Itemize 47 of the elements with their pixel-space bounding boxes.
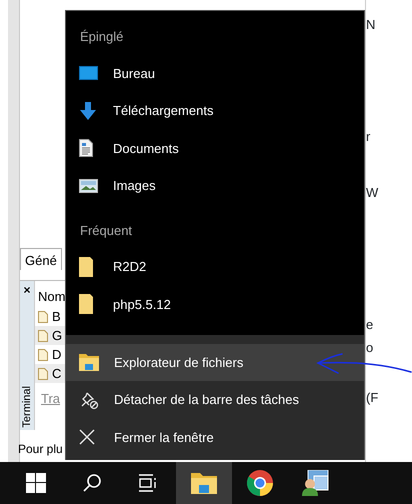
search-icon (82, 473, 102, 493)
close-icon (79, 429, 95, 446)
tab[interactable]: Géné (20, 248, 62, 270)
text-fragment: o (366, 341, 374, 355)
start-icon (26, 473, 46, 493)
text-fragment: N (366, 18, 376, 32)
image-icon (79, 178, 98, 193)
text-fragment: r (366, 130, 372, 144)
table-cell-text: G (52, 326, 62, 345)
section-heading: Épinglé (79, 28, 124, 46)
folder-icon (79, 294, 93, 314)
menu-item[interactable]: Documents (66, 130, 364, 167)
text-fragment: e (366, 318, 374, 332)
download-icon (79, 102, 97, 120)
side-tab[interactable]: Terminal (18, 384, 36, 430)
unpin-icon (79, 390, 99, 410)
desktop-icon (79, 66, 98, 80)
file-icon (38, 348, 48, 360)
taskbar-button[interactable] (176, 462, 232, 504)
file-icon (38, 330, 48, 342)
menu-item[interactable]: php5.5.12 (66, 286, 364, 323)
document-icon (79, 139, 93, 158)
menu-item[interactable]: Explorateur de fichiers (66, 344, 364, 381)
section-heading: Fréquent (79, 222, 134, 240)
tab[interactable]: Tra (35, 389, 65, 408)
table-cell-text: B (52, 308, 61, 326)
browser-icon (247, 470, 273, 496)
menu-item[interactable]: Images (66, 167, 364, 204)
file-icon (38, 368, 48, 380)
menu-item[interactable]: Téléchargements (66, 92, 364, 130)
user-icon (302, 470, 330, 496)
close-button[interactable]: × (23, 283, 30, 297)
status-text: Pour plu (18, 441, 64, 458)
menu-item[interactable]: R2D2 (66, 248, 364, 286)
folder-icon (79, 256, 93, 277)
folder-icon (79, 353, 99, 372)
table-cell-text: D (52, 346, 62, 364)
menu-item[interactable]: Fermer la fenêtre (66, 418, 364, 456)
text-fragment: W (366, 186, 380, 200)
table-cell-text: C (52, 364, 62, 383)
task-view-icon (138, 474, 158, 492)
text-fragment: (F (366, 391, 380, 405)
column-header: Nom (37, 288, 65, 306)
menu-item[interactable]: Bureau (66, 54, 364, 92)
file-icon (38, 310, 48, 322)
folder-icon (191, 472, 217, 494)
menu-item[interactable]: Détacher de la barre des tâches (66, 381, 364, 418)
